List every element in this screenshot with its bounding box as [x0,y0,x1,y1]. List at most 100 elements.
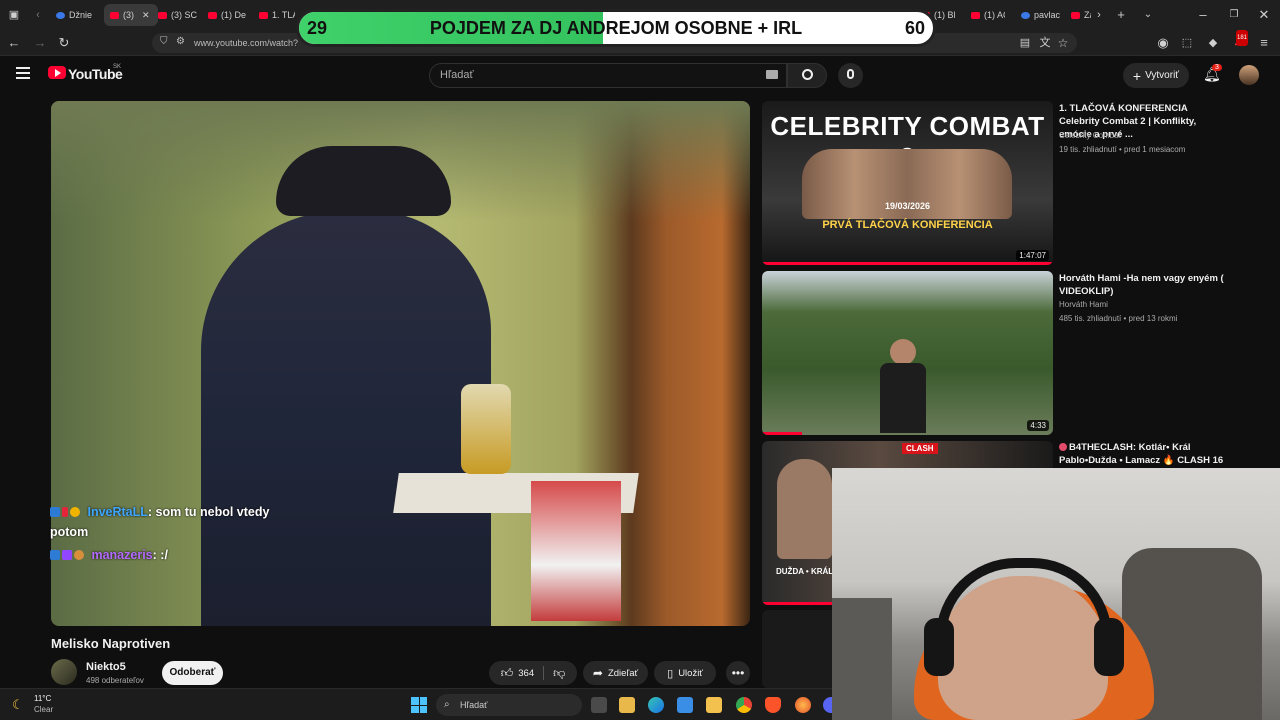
channel-avatar[interactable] [51,659,77,685]
browser-tab[interactable]: (1) AC [971,4,1005,26]
shield-icon[interactable]: ◆ [1205,35,1221,51]
youtube-logo-icon[interactable] [48,66,66,79]
like-icon[interactable]: 👍︎ [501,666,514,681]
chat-badge-icon [62,507,68,517]
video-scene-beer [461,384,511,474]
thumbnail-subtitle: PRVÁ TLAČOVÁ KONFERENCIA [822,219,993,231]
weather-temp[interactable]: 11°C [34,694,51,703]
chat-message: manazeris: :/ [50,548,168,562]
windows-start-icon[interactable] [411,697,427,713]
browser-tab[interactable]: (1) De [208,4,248,26]
reload-icon[interactable]: ↻ [56,35,72,51]
recommendation-thumbnail[interactable]: 4:33 [762,271,1053,435]
maximize-icon[interactable]: ❐ [1226,7,1242,23]
recommendation-title[interactable]: Horváth Hami -Ha nem vagy enyém ( VIDEOK… [1059,272,1229,298]
close-tab-icon[interactable]: ✕ [142,10,150,21]
tab-scroll-right-icon[interactable]: › [1091,7,1107,23]
save-button[interactable]: ▯ Uložiť [654,661,716,685]
webcam-headphones [936,558,1112,638]
reader-mode-icon[interactable]: ▤ [1017,35,1033,51]
chat-username[interactable]: InveRtaLL [87,505,147,519]
browser-tab[interactable]: (3) ✕ [104,4,158,26]
more-actions-icon[interactable]: ••• [726,661,750,685]
subscribe-button[interactable]: Odoberať [162,661,223,685]
chat-username[interactable]: manazeris [91,548,152,562]
site-settings-icon[interactable]: ⚙ [176,36,185,47]
recommendation-meta: 485 tis. zhliadnutí • pred 13 rokmi [1059,314,1178,323]
account-avatar[interactable] [1239,65,1259,85]
task-view-icon[interactable] [591,697,607,713]
like-dislike-group: 👍︎ 364 👎︎ [489,661,577,685]
recommendation-channel[interactable]: Horváth Hami [1059,300,1108,309]
browser-tab[interactable]: pavlac [1021,4,1061,26]
tab-label: (3) SC [171,10,198,20]
forward-icon[interactable]: → [32,35,48,51]
brave-icon[interactable] [765,697,781,713]
tab-label: (1) De [221,10,247,20]
thumbnail-person-body [880,363,926,433]
chat-message: InveRtaLL: som tu nebol vtedy [50,505,269,519]
recommendation-channel[interactable]: Celebrity Combat [1059,131,1121,140]
minimize-icon[interactable]: – [1195,7,1211,23]
share-icon: ➦ [592,666,603,680]
save-label: Uložiť [678,667,703,679]
bookmark-star-icon[interactable]: ☆ [1055,35,1071,51]
youtube-header: YouTube SK Hľadať + Vytvoriť 🔔︎ 3 [0,56,1280,96]
profile-icon[interactable]: ◉ [1155,35,1171,51]
browser-tab[interactable]: Džnie [56,4,100,26]
dislike-icon[interactable]: 👎︎ [553,666,565,681]
browser-menu-icon[interactable]: ≡ [1256,35,1272,51]
tab-label: Za [1084,10,1091,20]
translate-icon[interactable]: 文 [1037,35,1053,51]
tab-actions-icon[interactable]: ▣ [6,7,22,23]
file-explorer-icon[interactable] [706,697,722,713]
edge-icon[interactable] [648,697,664,713]
keyboard-icon[interactable] [766,70,778,79]
create-button[interactable]: + Vytvoriť [1123,63,1189,88]
voice-search-button[interactable] [838,63,863,88]
store-icon[interactable] [619,697,635,713]
search-input[interactable]: Hľadať [429,63,787,88]
like-count[interactable]: 364 [518,668,534,679]
recommendation-title[interactable]: B4THECLASH: Kotlár• Král Pablo•Dužda • L… [1059,441,1229,467]
recommendation-thumbnail[interactable]: CELEBRITY COMBAT 2 19/03/2026 PRVÁ TLAČO… [762,101,1053,265]
thumbnail-badge: CLASH [902,443,938,454]
stream-goal-bar: POJDEM ZA DJ ANDREJOM OSOBNE + IRL 29 60 [296,9,936,47]
taskbar-search[interactable]: ⌕ Hľadať [436,694,582,716]
video-title: Melisko Naprotiven [51,636,171,651]
photos-icon[interactable] [677,697,693,713]
plus-icon: + [1132,67,1142,84]
back-icon[interactable]: ← [6,35,22,51]
chat-badge-icon [62,550,72,560]
search-button[interactable] [787,63,827,88]
goal-text: POJDEM ZA DJ ANDREJOM OSOBNE + IRL [429,18,803,38]
webcam-chair [832,598,892,720]
taskbar-search-label: Hľadať [460,700,488,710]
video-scene-cap [276,146,451,216]
channel-name[interactable]: Niekto5 [86,661,126,673]
chrome-icon[interactable] [736,697,752,713]
thumbnail-date: 19/03/2026 [884,201,931,211]
share-button[interactable]: ➦ Zdieľať [583,661,648,685]
chat-badge-icon [74,550,84,560]
goal-target: 60 [904,18,925,38]
chat-badge-icon [50,550,60,560]
site-shield-icon[interactable]: ⛉ [160,36,168,47]
moon-weather-icon[interactable]: ☾ [12,697,24,713]
tab-list-chevron-icon[interactable]: ⌄ [1140,7,1156,23]
save-icon: ▯ [667,667,674,680]
extensions-icon[interactable]: ⬚ [1179,35,1195,51]
browser-tab[interactable]: (3) SC [158,4,198,26]
menu-icon[interactable] [16,67,30,79]
browser-tab[interactable]: Za [1071,4,1091,26]
adblock-icon[interactable]: ▰ 181 [1231,30,1249,51]
chat-badge-icon [70,507,80,517]
tab-scroll-left-icon[interactable]: ‹ [30,7,46,23]
browser-tab[interactable]: 1. TLA [259,4,295,26]
url-text: www.youtube.com/watch? [194,38,299,48]
close-window-icon[interactable]: ✕ [1256,7,1272,23]
discord-icon[interactable] [823,697,832,713]
new-tab-icon[interactable]: + [1113,7,1129,23]
firefox-icon[interactable] [795,697,811,713]
webcam-overlay [832,468,1280,720]
